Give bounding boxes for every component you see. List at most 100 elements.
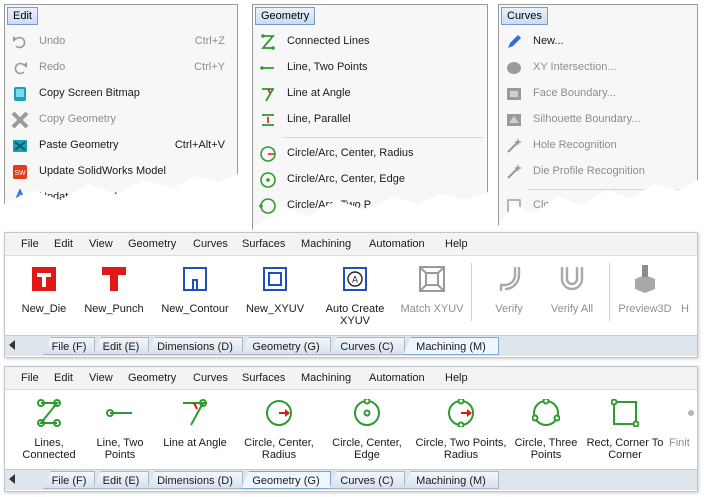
menu-item-line-two-points[interactable]: Line, Two Points: [253, 55, 487, 81]
menu-item-hole-recognition[interactable]: Hole Recognition: [499, 133, 697, 159]
menubar-edit[interactable]: Edit: [54, 372, 73, 384]
menubar-geometry[interactable]: Geometry: [128, 238, 176, 250]
scroll-left-icon[interactable]: [9, 340, 15, 350]
menubar-automation[interactable]: Automation: [369, 372, 425, 384]
menu-item-face-boundary[interactable]: Face Boundary...: [499, 81, 697, 107]
menu-item-copy-screen-bitmap[interactable]: Copy Screen Bitmap: [5, 81, 237, 107]
curves-menu-title[interactable]: Curves: [501, 7, 548, 25]
menubar-curves[interactable]: Curves: [193, 372, 228, 384]
menu-item-die-profile-recognition[interactable]: Die Profile Recognition: [499, 159, 697, 185]
menubar-machining[interactable]: Machining: [301, 372, 351, 384]
verify-all-button[interactable]: Verify All: [541, 265, 603, 315]
menu-item-update-solidworks[interactable]: SW Update SolidWorks Model: [5, 159, 237, 185]
menu-item-line-at-angle[interactable]: Line at Angle: [253, 81, 487, 107]
menu-item-new-curve[interactable]: New...: [499, 29, 697, 55]
paste-geometry-icon: [13, 140, 27, 152]
menubar-surfaces[interactable]: Surfaces: [242, 238, 285, 250]
new-xyuv-button[interactable]: New_XYUV: [241, 265, 309, 315]
new-punch-icon: [102, 267, 126, 291]
circle-center-radius-icon: [266, 400, 292, 426]
menubar-edit[interactable]: Edit: [54, 238, 73, 250]
truncated-tool-button[interactable]: Finit: [669, 399, 697, 463]
menubar-file[interactable]: File: [21, 238, 39, 250]
line-two-points-button[interactable]: Line, Two Points: [87, 399, 153, 463]
tab-edit[interactable]: Edit (E): [93, 471, 149, 489]
redo-icon: [14, 62, 27, 75]
menubar-automation[interactable]: Automation: [369, 238, 425, 250]
new-contour-button[interactable]: New_Contour: [155, 265, 235, 315]
menu-item-close[interactable]: Close: [499, 193, 697, 219]
menu-item-undo[interactable]: Undo Ctrl+Z: [5, 29, 237, 55]
circle-two-points-radius-icon: [448, 399, 474, 427]
new-contour-icon: [183, 267, 207, 291]
circle-three-points-button[interactable]: Circle, Three Points: [511, 399, 581, 463]
menubar-file[interactable]: File: [21, 372, 39, 384]
tab-machining[interactable]: Machining (M): [403, 337, 499, 355]
menu-item-redo[interactable]: Redo Ctrl+Y: [5, 55, 237, 81]
menu-item-connected-lines[interactable]: Connected Lines: [253, 29, 487, 55]
circle-center-edge-icon: [260, 172, 276, 188]
match-xyuv-button[interactable]: Match XYUV: [399, 265, 465, 315]
new-die-button[interactable]: New_Die: [13, 265, 75, 315]
connected-lines-icon: [37, 399, 61, 427]
curves-menu: Curves New... XY Intersection... Face Bo…: [498, 4, 698, 226]
tab-dimensions[interactable]: Dimensions (D): [147, 337, 243, 355]
geometry-menu: Geometry Connected Lines Line, Two Point…: [252, 4, 488, 230]
menubar-curves[interactable]: Curves: [193, 238, 228, 250]
tab-geometry[interactable]: Geometry (G): [241, 337, 331, 355]
tab-dimensions[interactable]: Dimensions (D): [147, 471, 243, 489]
menu-item-copy-geometry[interactable]: Copy Geometry: [5, 107, 237, 133]
menu-item-circle-center-edge[interactable]: Circle/Arc, Center, Edge: [253, 167, 487, 193]
menubar-machining[interactable]: Machining: [301, 238, 351, 250]
svg-text:SW: SW: [14, 170, 26, 177]
tab-edit[interactable]: Edit (E): [93, 337, 149, 355]
menu-item-circle-center-radius[interactable]: Circle/Arc, Center, Radius: [253, 141, 487, 167]
menubar-help[interactable]: Help: [445, 238, 468, 250]
tab-curves[interactable]: Curves (C): [329, 337, 405, 355]
menubar-help[interactable]: Help: [445, 372, 468, 384]
scroll-left-icon[interactable]: [9, 474, 15, 484]
new-punch-button[interactable]: New_Punch: [79, 265, 149, 315]
menu-item-circle-two-points[interactable]: Circle/Arc, Two P: [253, 193, 487, 219]
circle-two-points-radius-button[interactable]: Circle, Two Points, Radius: [415, 399, 507, 463]
tab-file[interactable]: File (F): [43, 337, 95, 355]
copy-geometry-icon: [11, 111, 29, 129]
connected-lines-icon: [261, 34, 275, 50]
circle-center-radius-button[interactable]: Circle, Center, Radius: [237, 399, 321, 463]
preview3d-icon: [635, 265, 655, 293]
menubar-surfaces[interactable]: Surfaces: [242, 372, 285, 384]
line-at-angle-button[interactable]: Line at Angle: [157, 399, 233, 463]
pencil-icon: [508, 35, 521, 48]
rect-corner-to-corner-button[interactable]: Rect, Corner To Corner: [585, 399, 665, 463]
geometry-menu-title[interactable]: Geometry: [255, 7, 316, 25]
ribbon-separator: [471, 263, 472, 321]
circle-center-radius-icon: [260, 146, 276, 162]
lines-connected-button[interactable]: Lines, Connected: [15, 399, 83, 463]
rectangle-icon: [611, 399, 639, 427]
menubar-geometry[interactable]: Geometry: [128, 372, 176, 384]
circle-center-edge-button[interactable]: Circle, Center, Edge: [327, 399, 407, 463]
edit-menu-title[interactable]: Edit: [7, 7, 38, 25]
menu-item-update-alibre[interactable]: Update Alibre Model: [5, 185, 237, 204]
menubar-view[interactable]: View: [89, 372, 113, 384]
undo-icon: [13, 36, 26, 49]
match-xyuv-icon: [419, 266, 445, 292]
truncated-tool-button[interactable]: H: [681, 265, 695, 315]
menu-item-xy-intersection[interactable]: XY Intersection...: [499, 55, 697, 81]
menu-item-silhouette-boundary[interactable]: Silhouette Boundary...: [499, 107, 697, 133]
tab-curves[interactable]: Curves (C): [329, 471, 405, 489]
tab-geometry[interactable]: Geometry (G): [241, 471, 331, 489]
solidworks-icon: SW: [13, 165, 27, 179]
menubar-view[interactable]: View: [89, 238, 113, 250]
menu-item-paste-geometry[interactable]: Paste Geometry Ctrl+Alt+V: [5, 133, 237, 159]
tab-machining[interactable]: Machining (M): [403, 471, 499, 489]
geometry-ribbon: File Edit View Geometry Curves Surfaces …: [4, 366, 698, 492]
tab-file[interactable]: File (F): [43, 471, 95, 489]
verify-button[interactable]: Verify: [483, 265, 535, 315]
line-two-points-icon: [260, 66, 274, 70]
menu-item-line-parallel[interactable]: Line, Parallel: [253, 107, 487, 133]
verify-icon: [499, 267, 521, 291]
circle-center-edge-icon: [354, 399, 380, 426]
auto-create-xyuv-button[interactable]: A Auto Create XYUV: [315, 265, 395, 327]
preview3d-button[interactable]: Preview3D: [615, 265, 675, 315]
